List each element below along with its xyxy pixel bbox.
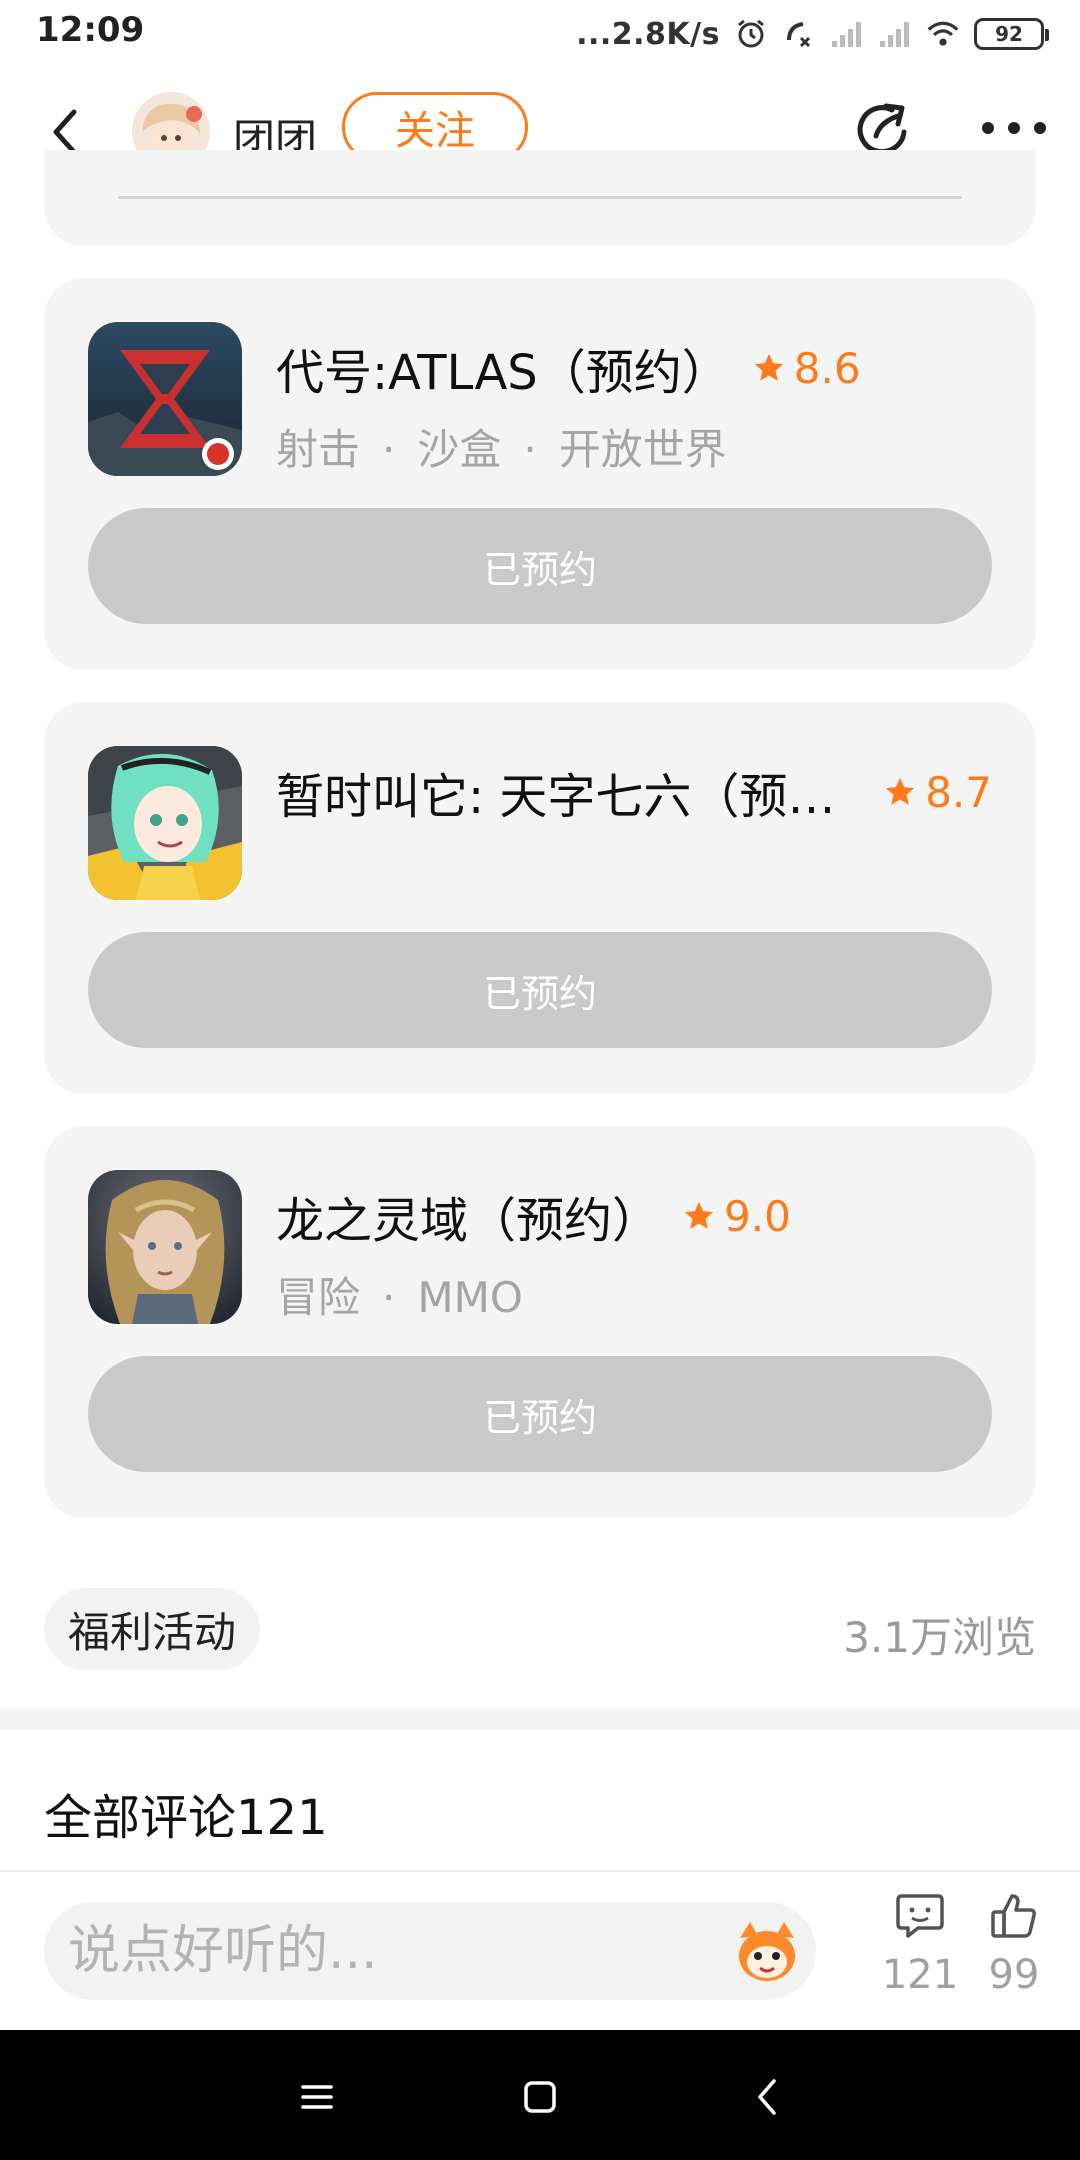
rating: 9.0 <box>682 1192 791 1241</box>
comment-input-box[interactable] <box>44 1902 816 2000</box>
thumbs-up-icon <box>991 1894 1036 1938</box>
home-button[interactable] <box>515 2072 565 2122</box>
dot-icon <box>1008 122 1020 134</box>
game-title-row: 暂时叫它: 天字七六（预约） 8.7 <box>276 757 992 827</box>
star-icon <box>684 1201 714 1229</box>
tag: MMO <box>417 1273 523 1322</box>
rating-value: 8.6 <box>793 343 861 393</box>
tag: 射击 <box>276 425 361 474</box>
back-arrow-icon <box>758 2079 776 2115</box>
divider <box>0 1870 1080 1872</box>
rating-value: 9.0 <box>724 1191 791 1241</box>
game-card[interactable]: 龙之灵域（预约） 9.0 冒险 · MMO 已预约 <box>44 1126 1036 1518</box>
signal-icon <box>830 17 864 51</box>
like-count: 99 <box>988 1952 1040 1998</box>
game-title[interactable]: 暂时叫它: 天字七六（预约） <box>276 757 861 827</box>
view-count: 3.1万浏览 <box>843 1613 1036 1662</box>
tag: 冒险 <box>276 1273 361 1322</box>
status-bar: 12:09 ...2.8K/s 92 <box>0 0 1080 66</box>
dot-icon <box>1034 122 1046 134</box>
game-card-partial <box>44 150 1036 246</box>
rating: 8.7 <box>883 768 992 817</box>
reserved-button[interactable]: 已预约 <box>88 1356 992 1472</box>
wifi-icon <box>926 17 960 51</box>
star-icon <box>754 353 783 381</box>
reserved-button[interactable]: 已预约 <box>88 932 992 1048</box>
rating: 8.6 <box>752 344 861 393</box>
call-icon <box>782 17 816 51</box>
system-back-button[interactable] <box>742 2072 792 2122</box>
game-title[interactable]: 龙之灵域（预约） <box>276 1181 660 1251</box>
section-divider <box>0 1708 1080 1730</box>
comments-title: 全部评论121 <box>44 1790 328 1846</box>
status-time: 12:09 <box>36 10 145 50</box>
home-icon <box>524 2081 556 2113</box>
dot-icon <box>982 122 994 134</box>
chevron-left-icon <box>53 109 77 155</box>
battery-indicator: 92 <box>974 18 1049 50</box>
game-title-row: 代号:ATLAS（预约） 8.6 <box>276 333 992 403</box>
system-nav-bar <box>0 2030 1080 2160</box>
rating-value: 8.7 <box>925 767 992 817</box>
emoji-mascot-icon[interactable] <box>732 1918 802 1984</box>
comment-count: 121 <box>881 1952 959 1998</box>
topic-tag[interactable]: 福利活动 <box>44 1588 261 1670</box>
star-icon <box>886 777 915 805</box>
comment-icon <box>896 1894 944 1938</box>
more-options-button[interactable] <box>982 116 1046 140</box>
alarm-icon <box>734 17 768 51</box>
game-card[interactable]: 暂时叫它: 天字七六（预约） 8.7 已预约 <box>44 702 1036 1094</box>
menu-icon <box>301 2085 333 2109</box>
game-title-row: 龙之灵域（预约） 9.0 <box>276 1181 992 1251</box>
reserved-button[interactable]: 已预约 <box>88 508 992 624</box>
game-tags: 射击 · 沙盒 · 开放世界 <box>276 425 727 474</box>
like-action[interactable]: 99 <box>974 1890 1054 1998</box>
tag: 沙盒 <box>417 425 502 474</box>
menu-button[interactable] <box>292 2072 342 2122</box>
game-icon-dragon-realm[interactable] <box>88 1170 242 1324</box>
network-speed: ...2.8K/s <box>576 16 720 52</box>
game-icon-tianzi[interactable] <box>88 746 242 900</box>
status-icons: ...2.8K/s 92 <box>576 12 1049 56</box>
comment-action[interactable]: 121 <box>880 1890 960 1998</box>
tag: 开放世界 <box>558 425 727 474</box>
game-title[interactable]: 代号:ATLAS（预约） <box>276 333 730 403</box>
comment-input[interactable] <box>68 1902 728 2000</box>
game-card[interactable]: 代号:ATLAS（预约） 8.6 射击 · 沙盒 · 开放世界 已预约 <box>44 278 1036 670</box>
signal-icon-2 <box>878 17 912 51</box>
game-tags: 冒险 · MMO <box>276 1273 523 1322</box>
game-icon-atlas[interactable] <box>88 322 242 476</box>
